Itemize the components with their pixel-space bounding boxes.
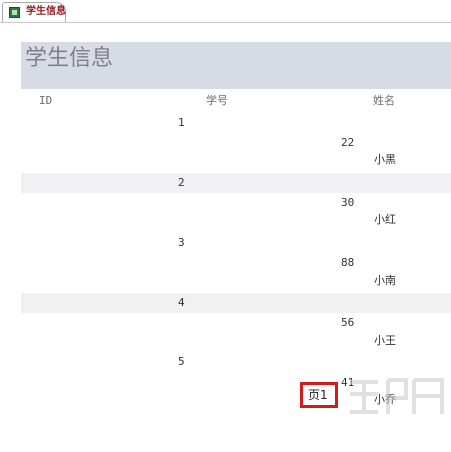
record-name: 小黑 [374, 153, 396, 166]
record-student-no: 22 [341, 136, 355, 149]
record-id: 5 [178, 355, 185, 368]
report-header: 学生信息 [21, 42, 451, 89]
report-icon [9, 7, 20, 18]
record-id: 4 [178, 296, 185, 309]
record-student-no: 88 [341, 256, 355, 269]
record-id: 3 [178, 236, 185, 249]
document-tab-strip: 学生信息 [0, 0, 451, 23]
column-header-student-no: 学号 [206, 94, 228, 107]
record-id: 1 [178, 116, 185, 129]
record-student-no: 56 [341, 316, 355, 329]
tab-student-info[interactable]: 学生信息 [2, 2, 66, 22]
row-band [21, 173, 451, 193]
record-name: 小王 [374, 334, 396, 347]
page-number: 页1 [308, 388, 328, 402]
record-name: 小南 [374, 274, 396, 287]
report-title: 学生信息 [25, 46, 114, 71]
tab-label: 学生信息 [26, 6, 66, 17]
record-name: 小红 [374, 213, 396, 226]
page-number-highlight: 页1 [300, 382, 338, 408]
record-student-no: 30 [341, 196, 355, 209]
record-id: 2 [178, 176, 185, 189]
watermark-logo [350, 378, 444, 414]
column-header-name: 姓名 [373, 94, 395, 107]
row-band [21, 293, 451, 313]
column-header-id: ID [39, 94, 53, 107]
